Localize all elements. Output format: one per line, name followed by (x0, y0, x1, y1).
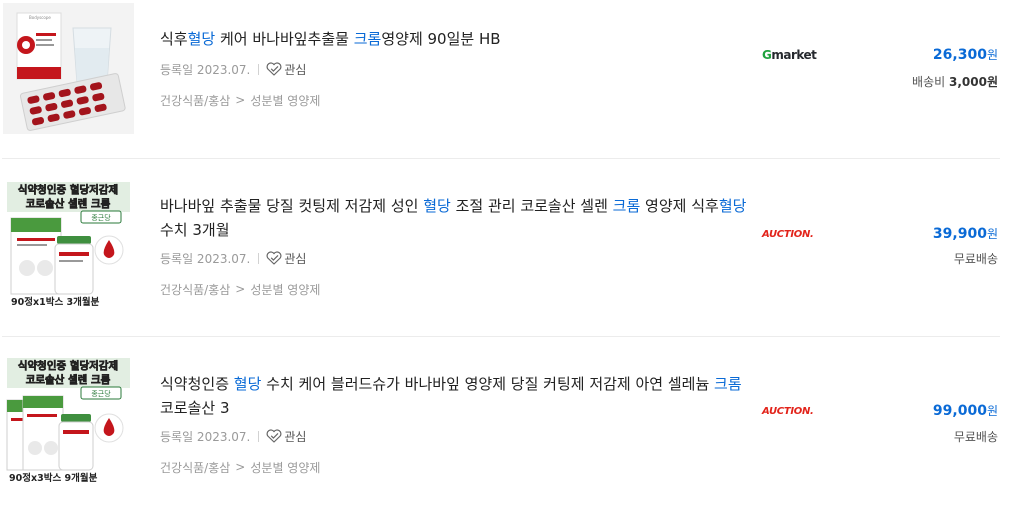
product-image-jonggeundang-3box: 식약청인증 혈당저감제 코로솔산 셀렌 크롬 종근당 90정x3박스 9개월분 (3, 356, 134, 487)
registration-date: 등록일 2023.07. (160, 251, 251, 266)
thumb-headline-text: 식약청인증 혈당저감제 (18, 183, 118, 196)
shipping-info: 무료배송 (954, 250, 998, 267)
registration-date: 등록일 2023.07. (160, 429, 251, 444)
wishlist-label: 관심 (284, 429, 307, 444)
title-keyword-highlight: 혈당 (233, 375, 262, 393)
thumb-subheadline-text: 코로솔산 셀렌 크롬 (26, 373, 111, 386)
mall-logo-auction[interactable]: AUCTION. (762, 225, 814, 243)
product-thumbnail[interactable]: 식약청인증 혈당저감제 코로솔산 셀렌 크롬 종근당 90정x1박스 3개월분 (3, 180, 134, 311)
title-keyword-highlight: 크롬 (612, 197, 641, 215)
category-link[interactable]: 건강식품/홍삼 (160, 92, 230, 109)
meta-divider (258, 63, 260, 75)
product-price[interactable]: 99,000원 (933, 402, 998, 419)
mall-logo-auction[interactable]: AUCTION. (762, 402, 814, 420)
thumb-brand-text: 종근당 (91, 389, 111, 398)
category-link[interactable]: 성분별 영양제 (250, 92, 320, 109)
thumb-quantity-text: 90정x3박스 9개월분 (9, 472, 98, 484)
wishlist-button[interactable]: 관심 (266, 250, 306, 267)
thumb-brand-text: Bodyscope (29, 15, 51, 20)
wishlist-label: 관심 (284, 62, 307, 77)
wishlist-button[interactable]: 관심 (266, 61, 306, 78)
product-title[interactable]: 식약청인증 혈당 수치 케어 블러드슈가 바나바잎 영양제 당질 커팅제 저감제… (160, 372, 760, 420)
price-value: 26,300 (932, 47, 987, 63)
shipping-label: 무료배송 (953, 252, 998, 266)
category-link[interactable]: 건강식품/홍삼 (160, 281, 230, 298)
category-path: 건강식품/홍삼 > 성분별 영양제 (160, 91, 320, 109)
product-title[interactable]: 식후혈당 케어 바나바잎추출물 크롬영양제 90일분 HB (160, 27, 760, 51)
title-part: 수치 3개월 (160, 221, 230, 239)
price-unit: 원 (986, 48, 998, 62)
thumb-headline-text: 식약청인증 혈당저감제 (18, 359, 118, 372)
shipping-info: 무료배송 (954, 428, 998, 445)
title-keyword-highlight: 혈당 (718, 197, 747, 215)
wishlist-button[interactable]: 관심 (266, 428, 306, 445)
product-image-bodyscope: Bodyscope (3, 3, 134, 134)
title-part: 케어 바나바잎추출물 (215, 30, 354, 48)
meta-divider (258, 252, 260, 264)
title-part: 식후 (160, 30, 188, 48)
shipping-label: 무료배송 (953, 430, 998, 444)
title-part: 영양제 90일분 HB (381, 30, 501, 48)
price-value: 99,000 (932, 403, 987, 419)
product-image-jonggeundang-1box: 식약청인증 혈당저감제 코로솔산 셀렌 크롬 종근당 90정x1박스 3개월분 (3, 180, 134, 311)
category-path: 건강식품/홍삼 > 성분별 영양제 (160, 280, 320, 298)
heart-check-icon (266, 62, 282, 76)
title-part: 수치 케어 블러드슈가 바나바잎 영양제 당질 커팅제 저감제 아연 셀레늄 (261, 375, 715, 393)
meta-divider (258, 430, 260, 442)
category-path: 건강식품/홍삼 > 성분별 영양제 (160, 458, 320, 476)
auction-logo: AUCTION. (762, 228, 814, 240)
chevron-right-icon: > (235, 93, 246, 107)
mall-logo-gmarket[interactable]: Gmarket (762, 46, 817, 64)
title-part: 식약청인증 (160, 375, 234, 393)
heart-check-icon (266, 429, 282, 443)
product-item: Bodyscope 식후혈당 케어 바나바잎추출물 크롬영양제 90일분 HB … (0, 0, 1000, 178)
title-keyword-highlight: 혈당 (187, 30, 216, 48)
product-item: 식약청인증 혈당저감제 코로솔산 셀렌 크롬 종근당 90정x1박스 3개월분 … (0, 158, 1000, 336)
chevron-right-icon: > (235, 282, 246, 296)
product-thumbnail[interactable]: Bodyscope (3, 3, 134, 134)
product-thumbnail[interactable]: 식약청인증 혈당저감제 코로솔산 셀렌 크롬 종근당 90정x3박스 9개월분 (3, 356, 134, 487)
title-keyword-highlight: 크롬 (714, 375, 742, 393)
title-part: 바나바잎 추출물 당질 컷팅제 저감제 성인 (160, 197, 424, 215)
chevron-right-icon: > (235, 460, 246, 474)
product-meta: 등록일 2023.07. 관심 (160, 249, 306, 267)
shipping-fee: 3,000원 (949, 75, 998, 89)
category-link[interactable]: 건강식품/홍삼 (160, 459, 230, 476)
thumb-brand-text: 종근당 (91, 213, 111, 222)
thumb-subheadline-text: 코로솔산 셀렌 크롬 (26, 197, 111, 210)
product-title[interactable]: 바나바잎 추출물 당질 컷팅제 저감제 성인 혈당 조절 관리 코로솔산 셀렌 … (160, 194, 760, 242)
wishlist-label: 관심 (284, 251, 307, 266)
title-keyword-highlight: 혈당 (423, 197, 451, 215)
product-price[interactable]: 26,300원 (933, 46, 998, 63)
title-part: 영양제 식후 (640, 197, 719, 215)
product-meta: 등록일 2023.07. 관심 (160, 427, 306, 445)
shipping-label: 배송비 (912, 75, 946, 89)
title-keyword-highlight: 크롬 (353, 30, 382, 48)
auction-logo: AUCTION. (762, 405, 814, 417)
heart-check-icon (266, 251, 282, 265)
product-meta: 등록일 2023.07. 관심 (160, 60, 306, 78)
category-link[interactable]: 성분별 영양제 (250, 281, 320, 298)
product-item: 식약청인증 혈당저감제 코로솔산 셀렌 크롬 종근당 90정x3박스 9개월분 … (0, 336, 1000, 509)
thumb-quantity-text: 90정x1박스 3개월분 (11, 296, 100, 308)
price-unit: 원 (986, 227, 998, 241)
title-part: 코로솔산 3 (160, 399, 230, 417)
price-value: 39,900 (932, 226, 987, 242)
title-part: 조절 관리 코로솔산 셀렌 (450, 197, 613, 215)
category-link[interactable]: 성분별 영양제 (250, 459, 320, 476)
registration-date: 등록일 2023.07. (160, 62, 251, 77)
shipping-info: 배송비 3,000원 (912, 73, 998, 90)
product-price[interactable]: 39,900원 (933, 225, 998, 242)
price-unit: 원 (986, 404, 998, 418)
gmarket-logo: Gmarket (762, 48, 817, 62)
